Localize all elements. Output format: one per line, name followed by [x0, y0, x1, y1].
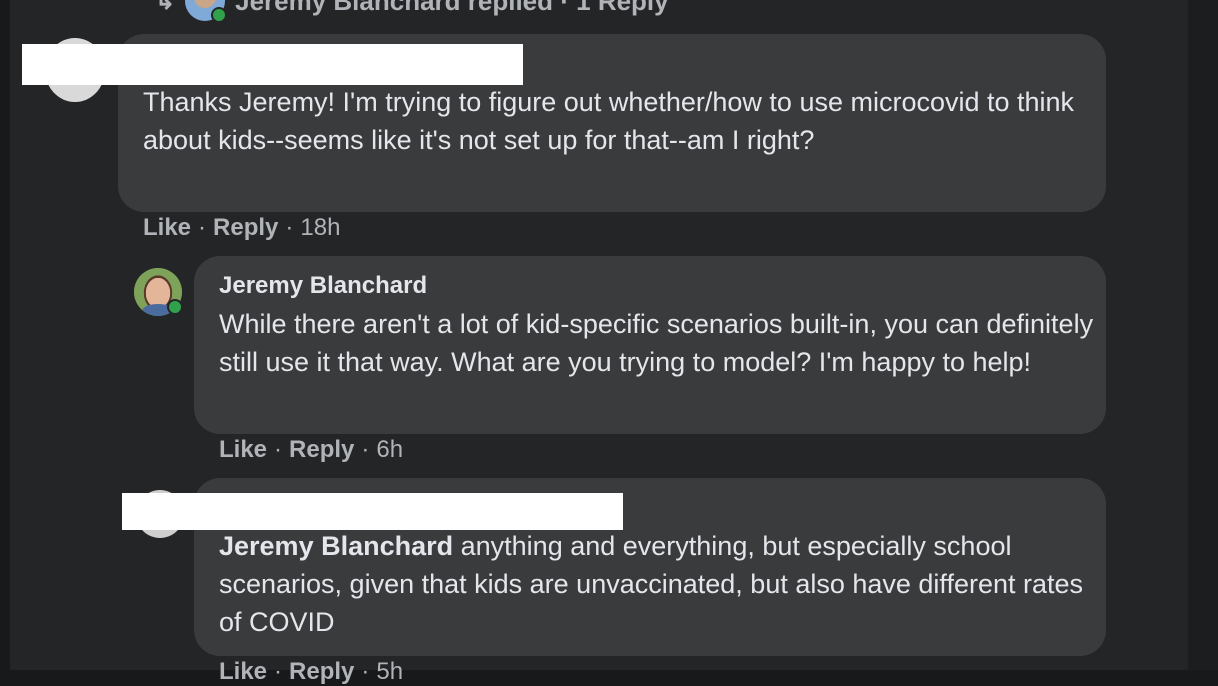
redacted-author-name: [22, 44, 523, 85]
comment-text: Jeremy Blanchard anything and everything…: [219, 527, 1099, 641]
replied-text: Jeremy Blanchard replied · 1 Reply: [235, 0, 669, 16]
reply-arrow-icon: ↳: [155, 0, 176, 15]
separator: ·: [198, 214, 207, 241]
comment-text: Thanks Jeremy! I'm trying to figure out …: [143, 87, 1075, 155]
comment-text: While there aren't a lot of kid-specific…: [219, 309, 1094, 377]
replier-avatar: [185, 0, 228, 23]
separator: ·: [274, 436, 283, 463]
separator: ·: [274, 658, 283, 685]
separator: ·: [361, 436, 370, 463]
timestamp[interactable]: 18h: [300, 214, 340, 242]
separator: ·: [361, 658, 370, 685]
redacted-author-name: [122, 493, 623, 530]
scroll-edge: [1188, 0, 1218, 670]
reply-button[interactable]: Reply: [289, 658, 354, 686]
reply-button[interactable]: Reply: [289, 436, 354, 464]
online-status-icon: [211, 7, 228, 23]
reply-button[interactable]: Reply: [213, 214, 278, 242]
comment-author[interactable]: Jeremy Blanchard: [219, 272, 427, 300]
online-status-icon: [167, 299, 183, 315]
comment-actions: Like · Reply · 6h: [219, 436, 403, 464]
view-replies-link[interactable]: ↳ Jeremy Blanchard replied · 1 Reply: [155, 0, 669, 23]
like-button[interactable]: Like: [143, 214, 191, 242]
like-button[interactable]: Like: [219, 436, 267, 464]
comment-actions: Like · Reply · 5h: [219, 658, 403, 686]
avatar[interactable]: [134, 268, 183, 316]
separator: ·: [285, 214, 294, 241]
comment-actions: Like · Reply · 18h: [143, 214, 340, 242]
like-button[interactable]: Like: [219, 658, 267, 686]
timestamp[interactable]: 6h: [376, 436, 403, 464]
timestamp[interactable]: 5h: [376, 658, 403, 686]
comment-bubble: Jeremy Blanchard While there aren't a lo…: [194, 256, 1106, 434]
mention-link[interactable]: Jeremy Blanchard: [219, 531, 453, 561]
